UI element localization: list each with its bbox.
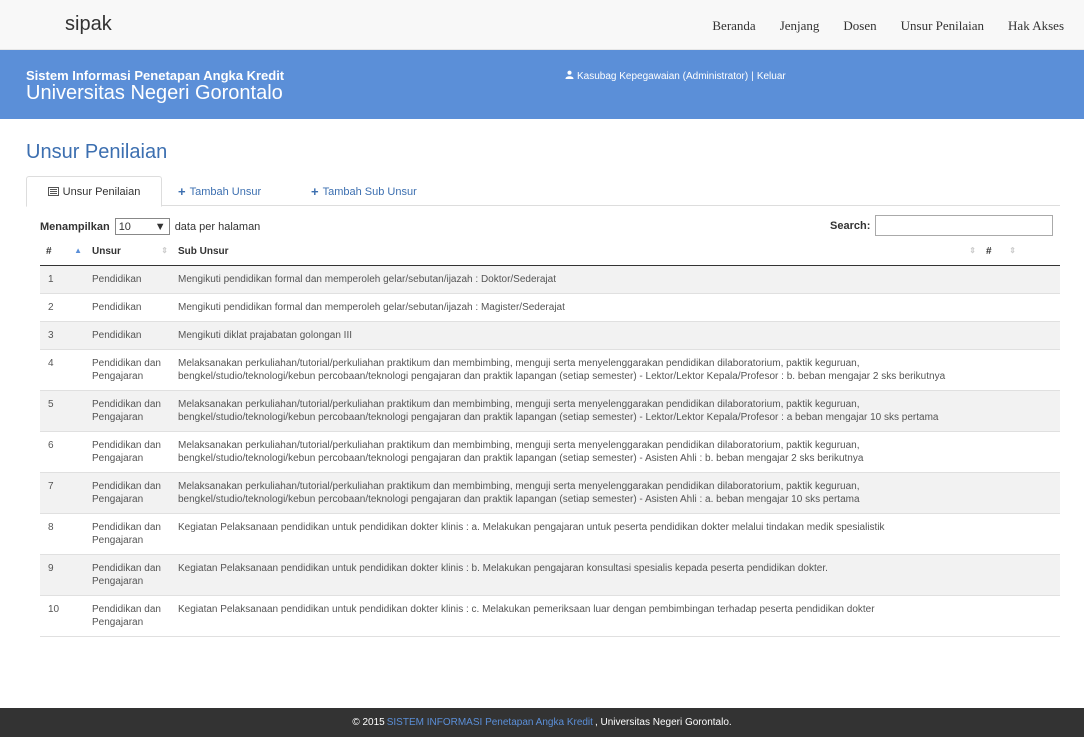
header-title: Universitas Negeri Gorontalo [26,82,283,104]
table-header: # ▲ Unsur ⇕ Sub Unsur ⇕ # ⇕ [40,238,1060,266]
cell-unsur: Pendidikan dan Pengajaran [92,522,161,546]
cell-number: 5 [48,399,54,410]
footer-link[interactable]: SISTEM INFORMASI Penetapan Angka Kredit [387,717,593,728]
length-label-after: data per halaman [174,220,261,233]
header-banner: Sistem Informasi Penetapan Angka Kredit … [0,50,1084,119]
cell-sub-unsur: Melaksanakan perkuliahan/tutorial/perkul… [178,399,939,423]
th-label: # [986,246,992,257]
cell-number: 3 [48,330,54,341]
th-unsur[interactable]: Unsur ⇕ [86,246,172,257]
search-label: Search: [830,219,871,232]
th-sub-unsur[interactable]: Sub Unsur ⇕ [172,246,980,257]
nav-links: Beranda Jenjang Dosen Unsur Penilaian Ha… [688,18,1064,34]
header-subtitle: Sistem Informasi Penetapan Angka Kredit [26,68,285,83]
plus-icon: + [178,184,186,199]
unsur-table: # ▲ Unsur ⇕ Sub Unsur ⇕ # ⇕ 1 Pendidikan… [40,238,1060,637]
page-title: Unsur Penilaian [26,141,168,163]
cell-sub-unsur: Mengikuti pendidikan formal dan memperol… [178,302,565,313]
cell-unsur: Pendidikan [92,274,142,285]
tab-tambah-sub-unsur[interactable]: + Tambah Sub Unsur [311,176,417,207]
tab-label: Tambah Unsur [189,185,262,198]
cell-sub-unsur: Kegiatan Pelaksanaan pendidikan untuk pe… [178,522,885,533]
th-number[interactable]: # ▲ [40,246,86,257]
caret-down-icon: ▼ [154,220,166,233]
cell-unsur: Pendidikan dan Pengajaran [92,358,161,382]
search-control: Search: [830,215,1054,236]
cell-unsur: Pendidikan dan Pengajaran [92,563,161,587]
table-row: 10 Pendidikan dan Pengajaran Kegiatan Pe… [40,596,1060,637]
footer: © 2015 SISTEM INFORMASI Penetapan Angka … [0,708,1084,737]
th-label: # [46,246,52,257]
sort-asc-icon: ▲ [74,246,82,255]
table-row: 2 Pendidikan Mengikuti pendidikan formal… [40,294,1060,322]
page-length-value: 10 [118,220,131,233]
sort-icon: ⇕ [1009,246,1016,255]
sort-icon: ⇕ [161,246,168,255]
sort-icon: ⇕ [969,246,976,255]
table-row: 1 Pendidikan Mengikuti pendidikan formal… [40,266,1060,294]
cell-unsur: Pendidikan dan Pengajaran [92,440,161,464]
user-info: Kasubag Kepegawaian (Administrator) | Ke… [565,70,786,82]
nav-hak-akses[interactable]: Hak Akses [1008,18,1064,34]
cell-sub-unsur: Kegiatan Pelaksanaan pendidikan untuk pe… [178,604,875,615]
footer-suffix: , Universitas Negeri Gorontalo. [594,717,732,728]
cell-number: 2 [48,302,54,313]
tab-bar: Unsur Penilaian + Tambah Unsur + Tambah … [26,176,1060,207]
length-label-before: Menampilkan [40,220,110,233]
cell-sub-unsur: Mengikuti diklat prajabatan golongan III [178,330,353,341]
cell-unsur: Pendidikan dan Pengajaran [92,481,161,505]
tab-unsur-penilaian[interactable]: Unsur Penilaian [26,176,162,207]
tab-label: Unsur Penilaian [62,185,141,198]
cell-number: 4 [48,358,54,369]
cell-sub-unsur: Kegiatan Pelaksanaan pendidikan untuk pe… [178,563,828,574]
user-separator: | [751,70,754,82]
brand-logo[interactable]: sipak [65,13,112,36]
cell-sub-unsur: Melaksanakan perkuliahan/tutorial/perkul… [178,481,860,505]
user-icon [565,70,574,82]
page-length-select[interactable]: 10 ▼ [114,218,170,235]
table-row: 5 Pendidikan dan Pengajaran Melaksanakan… [40,391,1060,432]
cell-unsur: Pendidikan [92,302,142,313]
table-row: 8 Pendidikan dan Pengajaran Kegiatan Pel… [40,514,1060,555]
list-icon [47,187,59,196]
nav-beranda[interactable]: Beranda [712,18,755,34]
cell-number: 9 [48,563,54,574]
table-row: 7 Pendidikan dan Pengajaran Melaksanakan… [40,473,1060,514]
logout-link[interactable]: Keluar [757,71,786,82]
th-label: Unsur [92,246,121,257]
plus-icon: + [311,184,319,199]
page-length-control: Menampilkan 10 ▼ data per halaman [40,218,260,235]
cell-number: 6 [48,440,54,451]
table-row: 6 Pendidikan dan Pengajaran Melaksanakan… [40,432,1060,473]
cell-unsur: Pendidikan [92,330,142,341]
cell-sub-unsur: Mengikuti pendidikan formal dan memperol… [178,274,556,285]
table-row: 3 Pendidikan Mengikuti diklat prajabatan… [40,322,1060,350]
nav-jenjang[interactable]: Jenjang [780,18,820,34]
cell-number: 1 [48,274,54,285]
th-action[interactable]: # ⇕ [980,246,1020,257]
table-row: 9 Pendidikan dan Pengajaran Kegiatan Pel… [40,555,1060,596]
nav-unsur-penilaian[interactable]: Unsur Penilaian [901,18,984,34]
cell-sub-unsur: Melaksanakan perkuliahan/tutorial/perkul… [178,358,946,382]
cell-number: 7 [48,481,54,492]
search-input[interactable] [875,215,1054,236]
tab-label: Tambah Sub Unsur [322,185,417,198]
cell-unsur: Pendidikan dan Pengajaran [92,399,161,423]
footer-copyright: © 2015 [352,717,385,728]
cell-number: 8 [48,522,54,533]
user-name: Kasubag Kepegawaian (Administrator) [577,70,749,82]
nav-dosen[interactable]: Dosen [843,18,876,34]
cell-number: 10 [48,604,60,615]
top-navbar: sipak Beranda Jenjang Dosen Unsur Penila… [0,0,1084,50]
tab-tambah-unsur[interactable]: + Tambah Unsur [178,176,261,207]
cell-unsur: Pendidikan dan Pengajaran [92,604,161,628]
table-row: 4 Pendidikan dan Pengajaran Melaksanakan… [40,350,1060,391]
th-label: Sub Unsur [178,246,229,257]
cell-sub-unsur: Melaksanakan perkuliahan/tutorial/perkul… [178,440,864,464]
